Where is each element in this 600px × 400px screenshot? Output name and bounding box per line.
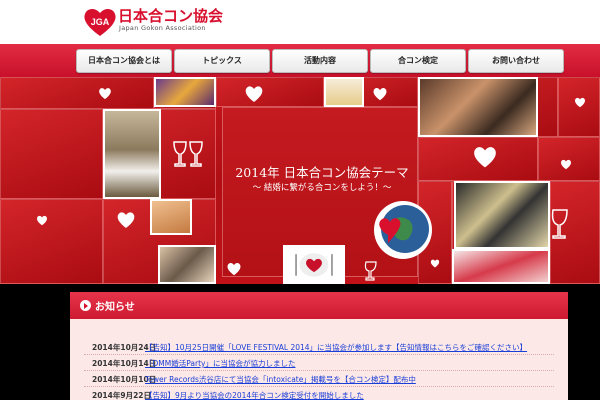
news-date: 2014年9月22日 <box>92 391 152 400</box>
heart-plate-photo <box>283 245 345 284</box>
news-link[interactable]: 【告知】10月25日開催「LOVE FESTIVAL 2014」に当協会が参加し… <box>145 342 527 353</box>
logo-title: 日本合コン協会 <box>118 7 224 25</box>
heart-icon <box>430 259 440 268</box>
party-photo <box>154 77 216 107</box>
heart-icon <box>561 159 571 170</box>
wedding-couple-photo <box>103 109 161 199</box>
couple-photo <box>158 245 216 284</box>
nav-item-contact[interactable]: お問い合わせ <box>468 49 564 73</box>
heart-plate-icon <box>295 253 333 277</box>
news-item: 2014年10月10日 Tower Records渋谷店にて当協会「intoxi… <box>84 372 554 387</box>
hero-tile <box>0 77 154 109</box>
champagne-photo <box>324 77 364 107</box>
wine-glass-small-icon <box>364 261 377 281</box>
nav-item-about[interactable]: 日本合コン協会とは <box>76 49 172 73</box>
dessert-photo <box>452 249 550 284</box>
hero-tile <box>0 199 103 284</box>
nav-item-exam[interactable]: 合コン検定 <box>370 49 466 73</box>
logo-subtitle: Japan Gokon Association <box>119 24 206 32</box>
heart-icon <box>245 86 263 102</box>
heart-logo-icon: JGA <box>84 8 116 36</box>
news-link[interactable]: 【告知】9月より当協会の2014年合コン検定受付を開始しました <box>145 390 364 400</box>
logo-badge: JGA <box>91 17 110 27</box>
news-link[interactable]: Tower Records渋谷店にて当協会「intoxicate」掲載号を【合コ… <box>145 374 416 385</box>
site-header: JGA 日本合コン協会 Japan Gokon Association <box>0 0 600 44</box>
hero-tile <box>216 77 324 107</box>
heart-icon <box>37 215 47 226</box>
hero-subtitle: 〜 結婚に繋がる合コンをしよう！〜 <box>252 183 392 193</box>
heart-icon <box>474 147 496 168</box>
wine-glass-icon <box>551 209 568 239</box>
hero-banner: 2014年 日本合コン協会テーマ 〜 結婚に繋がる合コンをしよう！〜 <box>0 77 600 284</box>
globe-heart-icon <box>374 201 432 259</box>
hero-tile <box>0 109 103 199</box>
news-item: 2014年9月22日 【告知】9月より当協会の2014年合コン検定受付を開始しま… <box>84 388 554 400</box>
news-section: お知らせ 2014年10月24日 【告知】10月25日開催「LOVE FESTI… <box>70 292 568 400</box>
site-logo[interactable]: JGA 日本合コン協会 Japan Gokon Association <box>82 4 223 42</box>
news-title: お知らせ <box>95 302 135 313</box>
wine-glasses-icon <box>173 141 203 167</box>
finger-faces-photo <box>150 199 192 235</box>
nav-item-activities[interactable]: 活動内容 <box>272 49 368 73</box>
heart-icon <box>99 88 111 100</box>
news-item: 2014年10月24日 【告知】10月25日開催「LOVE FESTIVAL 2… <box>84 340 554 355</box>
heart-icon <box>227 263 241 276</box>
main-nav: 日本合コン協会とは トピックス 活動内容 合コン検定 お問い合わせ <box>0 44 600 77</box>
news-item: 2014年10月14日 「DMM婚活Party」に当協会が協力しました <box>84 356 554 371</box>
toast-group-photo <box>454 181 550 249</box>
hero-title: 2014年 日本合コン協会テーマ <box>235 165 409 180</box>
friends-group-photo <box>418 77 538 137</box>
nav-item-topics[interactable]: トピックス <box>174 49 270 73</box>
news-link[interactable]: 「DMM婚活Party」に当協会が協力しました <box>145 358 295 369</box>
heart-icon <box>117 212 135 228</box>
arrow-circle-icon <box>80 300 91 311</box>
heart-icon <box>575 97 585 108</box>
heart-icon <box>373 88 387 101</box>
news-header: お知らせ <box>70 292 568 319</box>
